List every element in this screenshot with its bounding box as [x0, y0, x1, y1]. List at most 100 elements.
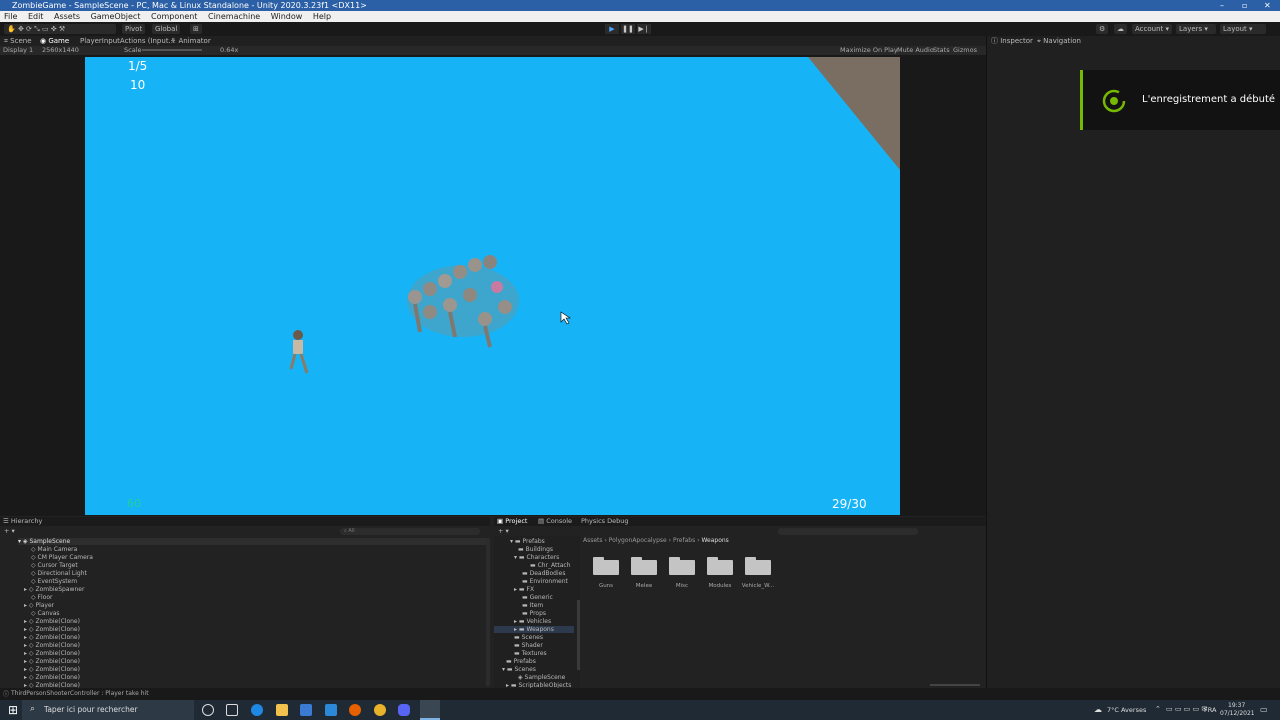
breadcrumb-current[interactable]: Weapons: [701, 537, 728, 544]
discord-icon[interactable]: [398, 704, 410, 716]
hierarchy-item[interactable]: ▸ ◇ Zombie(Clone): [24, 650, 80, 657]
project-search-input[interactable]: [778, 528, 918, 535]
transform-tools[interactable]: ✋ ✥ ⟳ ⤡ ▭ ✜ ⚒: [4, 24, 116, 34]
gizmos-toggle[interactable]: Gizmos: [953, 46, 977, 55]
breadcrumb-item[interactable]: Assets: [583, 537, 603, 544]
tree-item[interactable]: ▬ DeadBodies: [522, 570, 565, 577]
folder-icon[interactable]: [669, 557, 695, 575]
tab-physics-debug[interactable]: Physics Debug: [581, 517, 628, 526]
maximize-button[interactable]: ▫: [1242, 0, 1247, 11]
grid-snap-button[interactable]: ⊞: [190, 24, 202, 34]
menu-assets[interactable]: Assets: [54, 12, 80, 21]
tree-item[interactable]: ▬ Item: [522, 602, 543, 609]
hierarchy-item[interactable]: ▸ ◇ ZombieSpawner: [24, 586, 84, 593]
tree-item[interactable]: ▬ Chr_Attach: [530, 562, 571, 569]
project-tree-scrollbar[interactable]: [577, 600, 580, 670]
tree-item[interactable]: ▬ Shader: [514, 642, 543, 649]
folder-icon[interactable]: [593, 557, 619, 575]
maximize-on-play-toggle[interactable]: Maximize On Play: [840, 46, 898, 55]
edge-icon[interactable]: [251, 704, 263, 716]
hierarchy-item[interactable]: ▸ ◇ Zombie(Clone): [24, 634, 80, 641]
minimize-button[interactable]: –: [1220, 0, 1224, 11]
global-toggle[interactable]: Global: [152, 24, 181, 34]
hierarchy-item[interactable]: ◇ Canvas: [31, 610, 60, 617]
tree-item[interactable]: ▬ Props: [522, 610, 546, 617]
clock-date[interactable]: 07/12/2021: [1220, 710, 1255, 717]
hierarchy-item[interactable]: ◇ Floor: [31, 594, 52, 601]
hierarchy-item[interactable]: ▸ ◇ Zombie(Clone): [24, 642, 80, 649]
menu-gameobject[interactable]: GameObject: [91, 12, 141, 21]
hierarchy-search-input[interactable]: ⌕ All: [340, 528, 480, 535]
stats-toggle[interactable]: Stats: [933, 46, 950, 55]
add-object-button[interactable]: + ▾: [4, 527, 15, 536]
layout-dropdown[interactable]: Layout ▾: [1220, 24, 1266, 34]
taskbar-search-input[interactable]: ⌕ Taper ici pour rechercher: [22, 700, 194, 720]
firefox-icon[interactable]: [349, 704, 361, 716]
file-explorer-icon[interactable]: [276, 704, 288, 716]
mail-icon[interactable]: [325, 704, 337, 716]
cortana-icon[interactable]: [202, 704, 214, 716]
tree-item[interactable]: ▸ ▬ FX: [514, 586, 534, 593]
tree-item[interactable]: ▾ ▬ Characters: [514, 554, 559, 561]
hierarchy-item[interactable]: ▸ ◇ Zombie(Clone): [24, 666, 80, 673]
create-asset-button[interactable]: + ▾: [498, 527, 509, 536]
tab-inspector[interactable]: ⓘ Inspector: [991, 36, 1033, 46]
menu-file[interactable]: File: [4, 12, 17, 21]
tab-navigation[interactable]: ⌖ Navigation: [1037, 36, 1081, 46]
status-message[interactable]: ThirdPersonShooterController : Player ta…: [11, 690, 149, 697]
tree-item[interactable]: ▬ Generic: [522, 594, 553, 601]
close-button[interactable]: ✕: [1264, 0, 1271, 11]
menu-window[interactable]: Window: [271, 12, 303, 21]
tree-item[interactable]: ◈ SampleScene: [518, 674, 565, 681]
play-button[interactable]: ▶: [605, 24, 619, 34]
tree-item[interactable]: ▬ Prefabs: [506, 658, 536, 665]
display-select[interactable]: Display 1: [3, 46, 33, 55]
chrome-icon[interactable]: [374, 704, 386, 716]
menu-edit[interactable]: Edit: [28, 12, 44, 21]
hierarchy-item[interactable]: ▸ ◇ Zombie(Clone): [24, 658, 80, 665]
windows-start-icon[interactable]: ⊞: [8, 703, 18, 717]
tree-item[interactable]: ▾ ▬ Scenes: [502, 666, 536, 673]
task-view-icon[interactable]: [226, 704, 238, 716]
tree-item[interactable]: ▸ ▬ Vehicles: [514, 618, 551, 625]
scene-root[interactable]: ▾ ◈ SampleScene: [18, 538, 488, 545]
tree-item[interactable]: ▬ Scenes: [514, 634, 543, 641]
tab-input-actions[interactable]: PlayerInputActions (Input...: [80, 36, 175, 46]
tab-animator[interactable]: ⚘ Animator: [170, 36, 211, 46]
hierarchy-item[interactable]: ▸ ◇ Zombie(Clone): [24, 618, 80, 625]
notification-center-icon[interactable]: ▭: [1260, 705, 1268, 714]
store-icon[interactable]: [300, 704, 312, 716]
tree-item[interactable]: ▬ Environment: [522, 578, 568, 585]
hierarchy-item[interactable]: ◇ Directional Light: [31, 570, 87, 577]
account-dropdown[interactable]: Account ▾: [1132, 24, 1172, 34]
tray-icons[interactable]: ▭ ▭ ▭ ▭ ✉: [1166, 705, 1207, 713]
resolution-select[interactable]: 2560x1440: [42, 46, 79, 55]
collab-icon[interactable]: ⚙: [1096, 24, 1109, 34]
tree-item[interactable]: ▬ Buildings: [518, 546, 553, 553]
hierarchy-item[interactable]: ▸ ◇ Player: [24, 602, 54, 609]
hierarchy-item[interactable]: ▸ ◇ Zombie(Clone): [24, 674, 80, 681]
tree-item-selected[interactable]: ▸ ▬ Weapons: [494, 626, 574, 633]
step-button[interactable]: ▶❘: [637, 24, 651, 34]
menu-component[interactable]: Component: [151, 12, 197, 21]
cloud-icon[interactable]: ☁: [1114, 24, 1127, 34]
tab-project[interactable]: ▣ Project: [497, 517, 527, 526]
breadcrumb-item[interactable]: Prefabs: [673, 537, 695, 544]
folder-icon[interactable]: [631, 557, 657, 575]
tab-game[interactable]: ◉ Game: [40, 36, 69, 46]
clock-time[interactable]: 19:37: [1228, 702, 1245, 709]
hierarchy-item[interactable]: ◇ Main Camera: [31, 546, 77, 553]
hierarchy-item[interactable]: ◇ CM Player Camera: [31, 554, 93, 561]
tree-item[interactable]: ▾ ▬ Prefabs: [510, 538, 545, 545]
hierarchy-tab[interactable]: ☰ Hierarchy: [3, 517, 42, 526]
menu-help[interactable]: Help: [313, 12, 331, 21]
language-indicator[interactable]: FRA: [1204, 706, 1216, 714]
tab-console[interactable]: ▤ Console: [538, 517, 572, 526]
hierarchy-item[interactable]: ◇ Cursor Target: [31, 562, 78, 569]
tray-chevron-icon[interactable]: ⌃: [1155, 705, 1161, 713]
icon-size-slider[interactable]: [930, 684, 980, 686]
pause-button[interactable]: ❚❚: [621, 24, 635, 34]
weather-text[interactable]: 7°C Averses: [1107, 706, 1146, 714]
menu-cinemachine[interactable]: Cinemachine: [208, 12, 260, 21]
hierarchy-item[interactable]: ◇ EventSystem: [31, 578, 77, 585]
